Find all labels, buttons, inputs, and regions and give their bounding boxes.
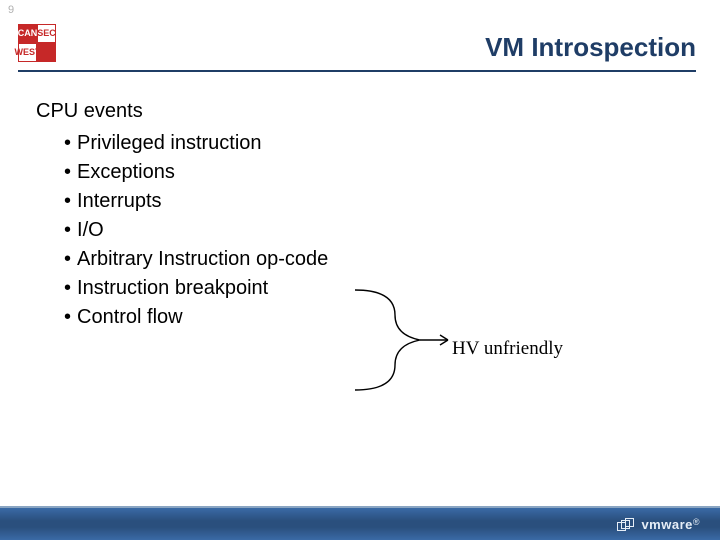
bullet-text: Interrupts bbox=[77, 190, 161, 212]
slide-title: VM Introspection bbox=[485, 32, 696, 63]
list-item: •I/O bbox=[64, 219, 328, 242]
footer-brand-name: vmware bbox=[641, 517, 692, 532]
bullet-text: Control flow bbox=[77, 306, 183, 328]
bullet-text: I/O bbox=[77, 219, 104, 241]
logo-cell-blank bbox=[37, 43, 56, 62]
logo-cell-can: CAN bbox=[18, 24, 37, 43]
list-item: •Control flow bbox=[64, 306, 328, 329]
footer-bar: vmware® bbox=[0, 508, 720, 540]
vmware-boxes-icon bbox=[617, 518, 635, 532]
page-number: 9 bbox=[8, 4, 14, 16]
list-item: •Privileged instruction bbox=[64, 132, 328, 155]
list-item: •Exceptions bbox=[64, 161, 328, 184]
bullet-text: Arbitrary Instruction op-code bbox=[77, 248, 328, 270]
bullet-list: •Privileged instruction •Exceptions •Int… bbox=[64, 132, 328, 335]
registered-mark: ® bbox=[693, 517, 700, 527]
list-item: •Interrupts bbox=[64, 190, 328, 213]
bullet-text: Privileged instruction bbox=[77, 132, 262, 154]
curly-brace-icon bbox=[350, 285, 450, 395]
vmware-logo: vmware® bbox=[617, 517, 700, 532]
list-item: •Instruction breakpoint bbox=[64, 277, 328, 300]
cansecwest-logo: CAN SEC WEST bbox=[18, 24, 56, 62]
annotation-text: HV unfriendly bbox=[452, 338, 563, 360]
bullet-text: Instruction breakpoint bbox=[77, 277, 268, 299]
section-heading: CPU events bbox=[36, 100, 143, 123]
logo-cell-west: WEST bbox=[18, 43, 37, 62]
bullet-text: Exceptions bbox=[77, 161, 175, 183]
list-item: •Arbitrary Instruction op-code bbox=[64, 248, 328, 271]
title-underline bbox=[18, 70, 696, 72]
logo-cell-sec: SEC bbox=[37, 24, 56, 43]
